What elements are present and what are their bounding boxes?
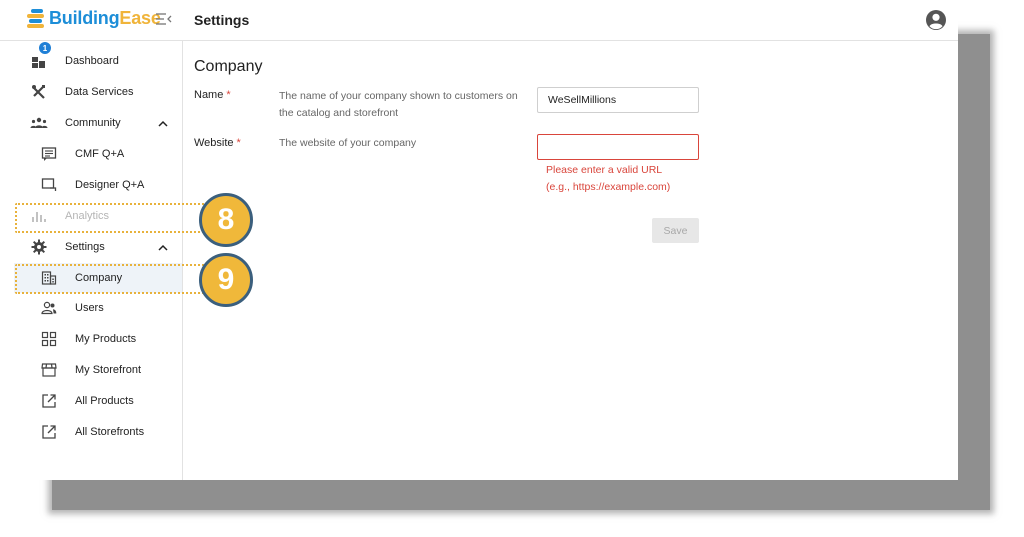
website-error-message: Please enter a valid URL (e.g., https://…	[546, 162, 670, 196]
highlight-box-company	[15, 264, 207, 294]
sidebar-item-label: Designer Q+A	[75, 179, 145, 191]
tools-icon	[30, 84, 48, 100]
callout-marker: 9	[199, 253, 253, 307]
sidebar-item-my-products[interactable]: My Products	[14, 324, 182, 354]
sidebar-item-settings[interactable]: Settings	[14, 232, 182, 262]
user-avatar-icon[interactable]	[925, 9, 947, 31]
brand-name: BuildingEase	[49, 8, 161, 29]
sidebar-item-cmf-qa[interactable]: CMF Q+A	[14, 139, 182, 169]
sidebar-item-label: Settings	[65, 241, 105, 253]
error-line: Please enter a valid URL	[546, 164, 663, 176]
sidebar-item-label: My Products	[75, 333, 137, 345]
sidebar-item-users[interactable]: Users	[14, 293, 182, 323]
notification-badge: 1	[39, 42, 51, 54]
forum-icon	[40, 146, 58, 162]
top-bar: BuildingEase Settings	[0, 0, 958, 41]
sidebar-item-my-storefront[interactable]: My Storefront	[14, 355, 182, 385]
app-window: BuildingEase Settings 1 Dashboard Data S…	[0, 0, 958, 480]
brand-logo[interactable]: BuildingEase	[27, 8, 161, 29]
chevron-up-icon[interactable]	[158, 243, 168, 251]
sidebar-item-label: Users	[75, 302, 104, 314]
name-label-text: Name	[194, 89, 224, 101]
error-line: (e.g., https://example.com)	[546, 181, 671, 193]
sidebar-item-label: Dashboard	[65, 55, 119, 67]
sidebar-item-dashboard[interactable]: 1 Dashboard	[14, 42, 182, 76]
sidebar-item-label: All Products	[75, 395, 134, 407]
name-field-label: Name *	[194, 89, 231, 101]
external-link-icon	[40, 424, 58, 440]
storefront-icon	[40, 362, 58, 378]
dashboard-icon	[30, 53, 48, 69]
sidebar: 1 Dashboard Data Services Community CMF …	[0, 41, 183, 480]
grid-icon	[40, 331, 58, 347]
required-marker: *	[236, 137, 241, 149]
section-title: Company	[194, 58, 263, 75]
website-field-label: Website *	[194, 137, 241, 149]
website-input[interactable]	[537, 134, 699, 160]
name-field-description: The name of your company shown to custom…	[279, 90, 518, 119]
sidebar-item-data-services[interactable]: Data Services	[14, 77, 182, 107]
sidebar-item-label: Data Services	[65, 86, 134, 98]
required-marker: *	[226, 89, 231, 101]
gear-icon	[30, 239, 48, 255]
page-title: Settings	[194, 12, 250, 28]
collapse-menu-icon[interactable]	[155, 12, 173, 26]
sidebar-item-label: CMF Q+A	[75, 148, 125, 160]
callout-marker: 8	[199, 193, 253, 247]
building-ease-logo-icon	[27, 8, 44, 29]
users-icon	[40, 300, 58, 316]
group-icon	[30, 115, 48, 131]
highlight-box-analytics	[15, 203, 207, 233]
sidebar-item-label: Community	[65, 117, 121, 129]
external-link-icon	[40, 393, 58, 409]
sidebar-item-designer-qa[interactable]: Designer Q+A	[14, 170, 182, 200]
sidebar-item-all-products[interactable]: All Products	[14, 386, 182, 416]
sidebar-item-community[interactable]: Community	[14, 108, 182, 138]
sidebar-item-label: All Storefronts	[75, 426, 145, 438]
brand-name-part1: Building	[49, 8, 120, 28]
sidebar-item-label: My Storefront	[75, 364, 142, 376]
company-name-input[interactable]	[537, 87, 699, 113]
sidebar-item-all-storefronts[interactable]: All Storefronts	[14, 417, 182, 447]
save-button[interactable]: Save	[652, 218, 699, 243]
website-field-description: The website of your company	[279, 137, 417, 149]
chat-icon	[40, 177, 58, 193]
chevron-up-icon[interactable]	[158, 119, 168, 127]
website-label-text: Website	[194, 137, 234, 149]
